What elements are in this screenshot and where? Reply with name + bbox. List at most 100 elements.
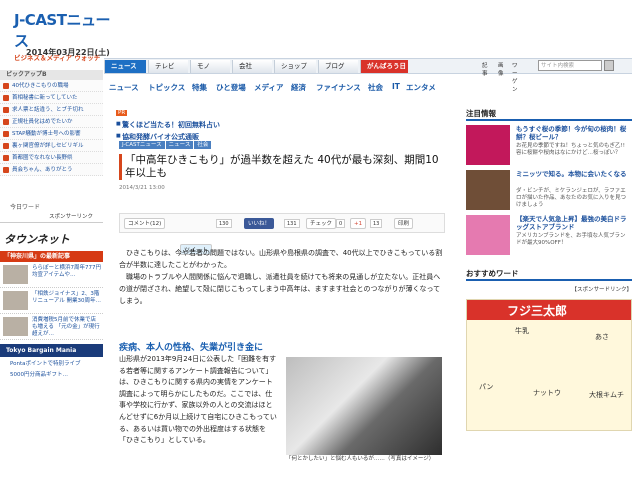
- pickup-item[interactable]: 求人票と話違う、とブチ切れ: [0, 104, 103, 116]
- pickup-item[interactable]: 首相秘書に新ってしていた: [0, 92, 103, 104]
- local-news-text: 「相鉄ジョイナス」2、3階リニューアル 開業30周年…: [32, 291, 101, 304]
- article-paragraph: ひきこもりは、今や若者の問題ではない。山形県や島根県の調査で、40代以上でひきこ…: [119, 249, 443, 269]
- local-news-item[interactable]: 消費増税5月前で休業で店も増える 「元の金」が現行超えが…: [0, 314, 103, 340]
- publish-date: 2014/3/21 13:00: [119, 185, 165, 191]
- search-tab-article[interactable]: 記事: [482, 61, 488, 77]
- featured-thumbnail: [466, 170, 510, 210]
- tweet-count: 130: [216, 219, 232, 228]
- pickup-title: ピックアップB: [0, 70, 103, 80]
- pickup-item[interactable]: 員会ちゃん、ありがとう: [0, 164, 103, 176]
- news-thumbnail: [3, 265, 28, 284]
- breadcrumb-item[interactable]: 社会: [194, 141, 212, 149]
- site-header: J-CASTニュース ビジネス＆メディア ウォッチ 2014年03月22日(土): [0, 0, 640, 62]
- google-plus-button[interactable]: +1: [350, 218, 367, 229]
- pickup-item[interactable]: 首都圏でなれない長野県: [0, 152, 103, 164]
- subnav-item[interactable]: トピックス: [148, 82, 185, 93]
- townnet-logo[interactable]: タウンネット: [0, 231, 103, 251]
- article-photo: [286, 357, 442, 455]
- search-button[interactable]: [604, 60, 614, 71]
- article-body-intro: ひきこもりは、今や若者の問題ではない。山形県や島根県の調査で、40代以上でひきこ…: [119, 247, 444, 307]
- breadcrumb-item[interactable]: ニュース: [165, 141, 194, 149]
- breadcrumb: J-CASTニュース ニュース 社会: [119, 140, 212, 149]
- subnav-item[interactable]: ニュース: [109, 82, 139, 93]
- site-logo[interactable]: J-CASTニュース ビジネス＆メディア ウォッチ: [14, 9, 114, 62]
- today-word-label: 今日ワード: [10, 204, 41, 211]
- comment-button[interactable]: コメント(12): [124, 218, 166, 229]
- news-thumbnail: [3, 291, 28, 310]
- like-count: 131: [284, 219, 300, 228]
- search-tab-image[interactable]: 画像: [498, 61, 504, 77]
- photo-caption: 「何とかしたい」と悩む人もいるが……（写真はイメージ）: [286, 456, 435, 462]
- article-paragraph: 職場のトラブルや人間関係に悩んで退職し、派遣社員を続けても将来の見通しが立たない…: [119, 273, 441, 305]
- featured-desc: お花見の季節ですね！ちょっと気のもぎ乙!!容に桜餅や桜肉はなにかけど…桜っぽい？: [516, 143, 625, 156]
- subnav-item[interactable]: ファイナンス: [316, 82, 361, 93]
- featured-thumbnail: [466, 125, 510, 165]
- news-thumbnail: [3, 317, 28, 336]
- nav-tab-company[interactable]: 会社: [232, 60, 272, 73]
- nav-tab-blog[interactable]: ブログ: [318, 60, 358, 73]
- right-sidebar: 注目情報 もうすぐ桜の季節！今が旬の桜肉！桜餅？桜ビール？ お花見の季節ですね！…: [466, 96, 632, 431]
- ad-label: ナットウ: [533, 389, 561, 397]
- subnav-item[interactable]: メディア: [254, 82, 283, 93]
- nav-tab-mono[interactable]: モノ: [190, 60, 230, 73]
- check-count: 0: [336, 219, 346, 228]
- nav-tab-ganbarou[interactable]: がんばろう日本: [360, 60, 408, 83]
- print-button[interactable]: 印刷: [394, 218, 414, 229]
- current-date: 2014年03月22日(土): [26, 48, 110, 57]
- featured-desc: ダ・ビンチが、ミケランジェロが、ラファエロが描いた作品、あなたのお気に入りを見つ…: [516, 188, 627, 208]
- featured-item[interactable]: もうすぐ桜の季節！今が旬の桜肉！桜餅？桜ビール？ お花見の季節ですね！ちょっと気…: [466, 125, 632, 166]
- subnav-item[interactable]: 社会: [368, 82, 383, 93]
- recommended-words-heading: おすすめワード: [466, 268, 632, 281]
- featured-heading: 注目情報: [466, 108, 632, 121]
- featured-desc: アメリカンブランドを、お手頃な人気ブランドが最大90%OFF！: [516, 233, 626, 246]
- sub-nav: ニュース トピックス 特集 ひと登場 メディア 経済 ファイナンス 社会 IT …: [104, 76, 632, 94]
- article-paragraph: 山形県が2013年9月24日に公表した「困難を有する若者等に関するアンケート調査…: [119, 355, 277, 445]
- pr-link[interactable]: 驚くほど当たる！初回無料占い: [116, 120, 296, 130]
- fuji-santaro-ad[interactable]: フジ三太郎 牛乳 あさ パン ナットウ 大根キムチ: [466, 299, 632, 431]
- logo-main-text: J-CASTニュース: [14, 11, 110, 50]
- pickup-item[interactable]: 40代ひきこもりの職場: [0, 80, 103, 92]
- featured-thumbnail: [466, 215, 510, 255]
- sponsor-link[interactable]: スポンサーリンク: [0, 211, 103, 223]
- left-sidebar: ピックアップB 40代ひきこもりの職場 首相秘書に新ってしていた 求人票と話違う…: [0, 70, 103, 478]
- local-news-text: ららぽーと横浜7周年777円均宣アイテムや…: [32, 265, 101, 278]
- local-news-text: 消費増税5月前で休業で店も増える 「元の金」が現行超えが…: [32, 317, 100, 337]
- bargain-item[interactable]: Pontaポイントで特別ライブ: [0, 357, 103, 368]
- featured-item[interactable]: ミニッツで知る。本物に会いたくなる ダ・ビンチが、ミケランジェロが、ラファエロが…: [466, 170, 632, 211]
- subnav-item[interactable]: ひと登場: [216, 82, 246, 93]
- ad-brand: フジ三太郎: [507, 304, 568, 318]
- subnav-item[interactable]: 経済: [291, 82, 306, 93]
- ad-label: あさ: [595, 333, 609, 341]
- subnav-item[interactable]: 特集: [192, 82, 207, 93]
- kanagawa-header[interactable]: 「神奈川県」の最新記事: [0, 251, 103, 262]
- featured-title[interactable]: 【楽天で人気急上昇】最強の美白ドラッグストアブランド: [516, 215, 630, 231]
- check-button[interactable]: チェック: [306, 218, 337, 229]
- nav-tab-tv[interactable]: テレビ: [148, 60, 188, 73]
- featured-title[interactable]: ミニッツで知る。本物に会いたくなる: [516, 170, 630, 178]
- pr-box: PR 驚くほど当たる！初回無料占い 協和発酵バイオ公式通販: [116, 99, 296, 142]
- pickup-item[interactable]: 正規社員化はめでたいか: [0, 116, 103, 128]
- section-heading: 疾病、本人の性格、失業が引き金に: [119, 343, 264, 353]
- share-bar: コメント(12) ツイート 130 いいね！ 131 チェック 0 +1 13 …: [119, 213, 445, 255]
- ad-label: 牛乳: [515, 327, 529, 335]
- ad-label: パン: [479, 383, 494, 391]
- featured-title[interactable]: もうすぐ桜の季節！今が旬の桜肉！桜餅？桜ビール？: [516, 125, 630, 141]
- nav-tab-news[interactable]: ニュース: [104, 60, 146, 73]
- subnav-item[interactable]: IT: [392, 82, 400, 91]
- article-title: 「中高年ひきこもり」が過半数を超えた 40代が最も深刻、期間10年以上も: [119, 154, 449, 180]
- featured-item[interactable]: 【楽天で人気急上昇】最強の美白ドラッグストアブランド アメリカンブランドを、お手…: [466, 215, 632, 256]
- tokyo-bargain-mania-logo[interactable]: Tokyo Bargain Mania: [0, 344, 103, 357]
- local-news-item[interactable]: ららぽーと横浜7周年777円均宣アイテムや…: [0, 262, 103, 288]
- pickup-item[interactable]: STAP騒動が博士号への影響: [0, 128, 103, 140]
- facebook-like-button[interactable]: いいね！: [244, 218, 275, 229]
- ad-label: 大根キムチ: [589, 391, 624, 399]
- nav-tab-shop[interactable]: ショップ: [274, 60, 316, 73]
- search-input[interactable]: サイト内検索: [538, 60, 602, 71]
- local-news-item[interactable]: 「相鉄ジョイナス」2、3階リニューアル 開業30周年…: [0, 288, 103, 314]
- breadcrumb-item[interactable]: J-CASTニュース: [119, 141, 165, 149]
- pickup-item[interactable]: 裏ヶ関官僚が詳しセビリギル: [0, 140, 103, 152]
- gplus-count: 13: [370, 219, 383, 228]
- subnav-item[interactable]: エンタメ: [406, 82, 436, 93]
- bargain-item[interactable]: 5000円分商品ギフト…: [0, 368, 103, 379]
- sponsored-link-label: 【スポンサードリンク】: [571, 287, 632, 293]
